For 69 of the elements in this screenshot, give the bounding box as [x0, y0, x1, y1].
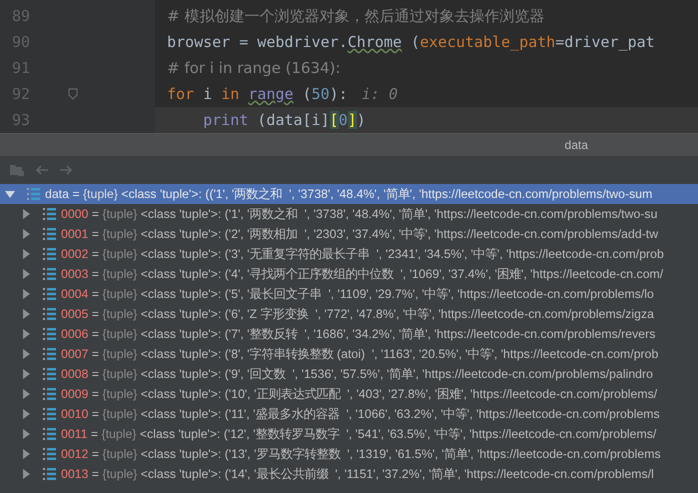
variable-entry: 0009 = {tuple} <class 'tuple'>: ('10', '正则表达式匹配 ', '403', '27.8%', '困难', 'https://leetcode-cn.com/problems/ — [61, 386, 658, 402]
expander-icon[interactable] — [21, 389, 31, 399]
expander-icon[interactable] — [21, 349, 31, 359]
expander-icon[interactable] — [21, 449, 31, 459]
expander-icon[interactable] — [5, 189, 15, 199]
numbered-list-icon — [26, 187, 40, 201]
expander-icon[interactable] — [21, 409, 31, 419]
fold-marker-icon[interactable] — [68, 88, 78, 100]
variable-entry: 0007 = {tuple} <class 'tuple'>: ('8', '字符串转换整数 (atoi) ', '1163', '20.5%', '中等', 'https://leetcode-cn.com/prob — [61, 346, 658, 362]
variable-entry: 0006 = {tuple} <class 'tuple'>: ('7', '整数反转 ', '1686', '34.2%', '简单', 'https://leetcode-cn.com/problems/revers — [61, 326, 656, 342]
numbered-list-icon — [42, 267, 56, 281]
variable-entry: 0001 = {tuple} <class 'tuple'>: ('2', '两数相加 ', '2303', '37.4%', '中等', 'https://leetcode-cn.com/problems/add-tw — [61, 226, 658, 242]
variable-entry: 0008 = {tuple} <class 'tuple'>: ('9', '回文数 ', '1536', '57.5%', '简单', 'https://leetcode-cn.com/problems/palindro — [61, 366, 653, 382]
numbered-list-icon — [42, 207, 56, 221]
numbered-list-icon — [42, 247, 56, 261]
code-line: # 模拟创建一个浏览器对象，然后通过对象去操作浏览器 — [166, 6, 544, 26]
expander-icon[interactable] — [21, 289, 31, 299]
tree-row[interactable]: data = {tuple} <class 'tuple'>: (('1', '两数之和 ', '3738', '48.4%', '简单', 'https://leetcode-cn.com/problems/two-sum — [0, 184, 698, 204]
numbered-list-icon — [42, 387, 56, 401]
expander-icon[interactable] — [21, 429, 31, 439]
numbered-list-icon — [42, 427, 56, 441]
variable-entry: 0000 = {tuple} <class 'tuple'>: ('1', '两数之和 ', '3738', '48.4%', '简单', 'https://leetcode-cn.com/problems/two-su — [61, 206, 658, 222]
expander-icon[interactable] — [21, 329, 31, 339]
code-line: for i in range (50): i: 0 — [166, 85, 398, 103]
tree-row[interactable]: 0002 = {tuple} <class 'tuple'>: ('3', '无重复字符的最长子串 ', '2341', '34.5%', '中等', 'https://leetcode-cn.com/prob — [0, 244, 698, 264]
variable-entry: 0010 = {tuple} <class 'tuple'>: ('11', '盛最多水的容器 ', '1066', '63.2%', '中等', 'https://leetcode-cn.com/problems — [61, 406, 660, 422]
expander-icon[interactable] — [21, 249, 31, 259]
expander-icon[interactable] — [21, 469, 31, 479]
numbered-list-icon — [42, 347, 56, 361]
code-line: # for i in range (1634): — [166, 59, 340, 77]
tree-row[interactable]: 0013 = {tuple} <class 'tuple'>: ('14', '最长公共前缀 ', '1151', '37.2%', '简单', 'https://leetcode-cn.com/problems/l — [0, 464, 698, 484]
tree-row[interactable]: 0006 = {tuple} <class 'tuple'>: ('7', '整数反转 ', '1686', '34.2%', '简单', 'https://leetcode-cn.com/problems/revers — [0, 324, 698, 344]
numbered-list-icon — [42, 407, 56, 421]
tree-row[interactable]: 0011 = {tuple} <class 'tuple'>: ('12', '整数转罗马数字 ', '541', '63.5%', '中等', 'https://leetcode-cn.com/problems/ — [0, 424, 698, 444]
tree-row[interactable]: 0010 = {tuple} <class 'tuple'>: ('11', '盛最多水的容器 ', '1066', '63.2%', '中等', 'https://leetcode-cn.com/problems — [0, 404, 698, 424]
numbered-list-icon — [42, 287, 56, 301]
variable-entry: 0005 = {tuple} <class 'tuple'>: ('6', 'Z 字形变换 ', '772', '47.8%', '中等', 'https://leetcode-cn.com/problems/zigza — [61, 306, 654, 322]
variable-entry: 0002 = {tuple} <class 'tuple'>: ('3', '无重复字符的最长子串 ', '2341', '34.5%', '中等', 'https://leetcode-cn.com/prob — [61, 246, 664, 262]
numbered-list-icon — [42, 327, 56, 341]
numbered-list-icon — [42, 227, 56, 241]
tree-row[interactable]: 0001 = {tuple} <class 'tuple'>: ('2', '两数相加 ', '2303', '37.4%', '中等', 'https://leetcode-cn.com/problems/add-tw — [0, 224, 698, 244]
variable-entry: 0013 = {tuple} <class 'tuple'>: ('14', '最长公共前缀 ', '1151', '37.2%', '简单', 'https://leetcode-cn.com/problems/l — [61, 466, 654, 482]
expander-icon[interactable] — [21, 229, 31, 239]
code-line: print (data[i][0]) — [202, 111, 366, 129]
numbered-list-icon — [42, 467, 56, 481]
tree-row[interactable]: 0008 = {tuple} <class 'tuple'>: ('9', '回文数 ', '1536', '57.5%', '简单', 'https://leetcode-cn.com/problems/palindro — [0, 364, 698, 384]
variable-entry: 0004 = {tuple} <class 'tuple'>: ('5', '最长回文子串 ', '1109', '29.7%', '中等', 'https://leetcode-cn.com/problems/lo — [61, 286, 654, 302]
expander-icon[interactable] — [21, 369, 31, 379]
expander-icon[interactable] — [21, 309, 31, 319]
variable-entry: 0012 = {tuple} <class 'tuple'>: ('13', '罗马数字转整数 ', '1319', '61.5%', '简单', 'https://leetcode-cn.com/problems — [61, 446, 661, 462]
numbered-list-icon — [42, 367, 56, 381]
variable-entry: 0011 = {tuple} <class 'tuple'>: ('12', '整数转罗马数字 ', '541', '63.5%', '中等', 'https://leetcode-cn.com/problems/ — [61, 426, 656, 442]
variable-entry: 0003 = {tuple} <class 'tuple'>: ('4', '寻找两个正序数组的中位数 ', '1069', '37.4%', '困难', 'https://leetcode-cn.com/ — [61, 266, 664, 282]
variable-entry: data = {tuple} <class 'tuple'>: (('1', '两数之和 ', '3738', '48.4%', '简单', 'https://leetcode-cn.com/problems/two-sum — [45, 186, 652, 202]
numbered-list-icon — [42, 307, 56, 321]
forward-arrow-icon[interactable] — [59, 164, 73, 176]
numbered-list-icon — [42, 447, 56, 461]
expander-icon[interactable] — [21, 209, 31, 219]
tree-row[interactable]: 0003 = {tuple} <class 'tuple'>: ('4', '寻找两个正序数组的中位数 ', '1069', '37.4%', '困难', 'https://leetcode-cn.com/ — [0, 264, 698, 284]
panel-title: data — [564, 138, 588, 152]
tree-row[interactable]: 0004 = {tuple} <class 'tuple'>: ('5', '最长回文子串 ', '1109', '29.7%', '中等', 'https://leetcode-cn.com/problems/lo — [0, 284, 698, 304]
tree-row[interactable]: 0000 = {tuple} <class 'tuple'>: ('1', '两数之和 ', '3738', '48.4%', '简单', 'https://leetcode-cn.com/problems/two-su — [0, 204, 698, 224]
tree-row[interactable]: 0009 = {tuple} <class 'tuple'>: ('10', '正则表达式匹配 ', '403', '27.8%', '困难', 'https://leetcode-cn.com/problems/ — [0, 384, 698, 404]
back-arrow-icon[interactable] — [35, 164, 49, 176]
expander-icon[interactable] — [21, 269, 31, 279]
tree-row[interactable]: 0012 = {tuple} <class 'tuple'>: ('13', '罗马数字转整数 ', '1319', '61.5%', '简单', 'https://leetcode-cn.com/problems — [0, 444, 698, 464]
tree-row[interactable]: 0007 = {tuple} <class 'tuple'>: ('8', '字符串转换整数 (atoi) ', '1163', '20.5%', '中等', 'https://leetcode-cn.com/prob — [0, 344, 698, 364]
tree-row[interactable]: 0005 = {tuple} <class 'tuple'>: ('6', 'Z 字形变换 ', '772', '47.8%', '中等', 'https://leetcode-cn.com/problems/zigza — [0, 304, 698, 324]
code-line: browser = webdriver.Chrome (executable_path=driver_pat — [166, 33, 655, 51]
